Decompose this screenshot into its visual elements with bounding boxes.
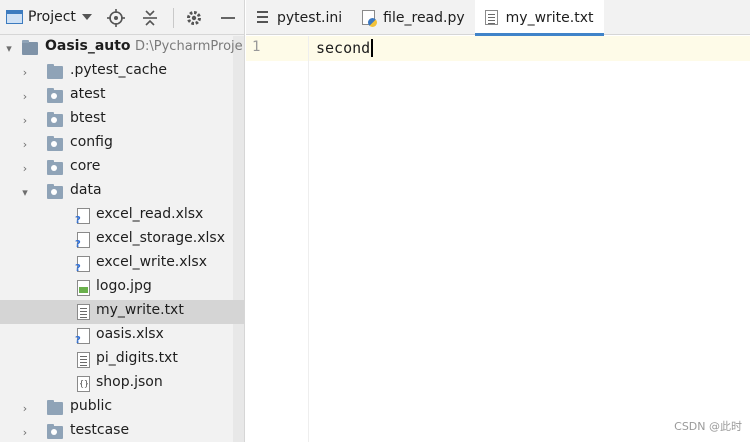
tree-item-label: logo.jpg <box>96 278 152 294</box>
toolbar-divider <box>173 8 174 28</box>
line-number-gutter[interactable]: 1 <box>246 36 308 442</box>
line-text: second <box>316 39 371 57</box>
tree-item-excel-write[interactable]: ? excel_write.xlsx <box>0 252 244 276</box>
text-file-icon <box>77 304 90 320</box>
tree-item-public[interactable]: › public <box>0 396 244 420</box>
tree-item-logo[interactable]: logo.jpg <box>0 276 244 300</box>
chevron-down-icon[interactable]: ▾ <box>4 42 14 55</box>
collapse-all-icon[interactable] <box>140 8 160 28</box>
package-folder-icon <box>47 112 63 127</box>
text-caret <box>371 39 374 57</box>
tree-item-label: .pytest_cache <box>70 62 167 78</box>
tree-item-label: excel_read.xlsx <box>96 206 204 222</box>
watermark: CSDN @此时 <box>674 420 742 433</box>
tree-item-btest[interactable]: › btest <box>0 108 244 132</box>
folder-icon <box>47 400 63 415</box>
locate-target-icon[interactable] <box>106 8 126 28</box>
chevron-down-icon[interactable]: ▾ <box>20 186 30 199</box>
ini-file-icon <box>256 10 269 25</box>
tree-item-label: my_write.txt <box>96 302 184 318</box>
editor-pane: pytest.ini file_read.py my_write.txt 1 s… <box>246 0 750 442</box>
tab-file-read-py[interactable]: file_read.py <box>352 0 474 35</box>
chevron-right-icon[interactable]: › <box>20 162 30 175</box>
tree-item-pi-digits[interactable]: pi_digits.txt <box>0 348 244 372</box>
chevron-right-icon[interactable]: › <box>20 90 30 103</box>
code-line[interactable]: second <box>316 39 374 57</box>
root-project-path: D:\PycharmProje <box>135 39 243 54</box>
line-number: 1 <box>252 39 261 55</box>
tree-item-label: data <box>70 182 102 198</box>
folder-icon <box>22 40 38 55</box>
tree-item-label: pi_digits.txt <box>96 350 178 366</box>
tree-item-config[interactable]: › config <box>0 132 244 156</box>
tree-item-label: atest <box>70 86 106 102</box>
chevron-right-icon[interactable]: › <box>20 66 30 79</box>
folder-icon <box>47 64 63 79</box>
tree-item-label: excel_storage.xlsx <box>96 230 225 246</box>
json-file-icon: {} <box>77 376 90 392</box>
package-folder-icon <box>47 184 63 199</box>
project-toolbar: Project <box>0 0 244 35</box>
text-file-icon <box>77 352 90 368</box>
tree-item-excel-storage[interactable]: ? excel_storage.xlsx <box>0 228 244 252</box>
chevron-right-icon[interactable]: › <box>20 402 30 415</box>
tree-item-atest[interactable]: › atest <box>0 84 244 108</box>
unknown-file-icon: ? <box>75 328 90 346</box>
package-folder-icon <box>47 136 63 151</box>
project-view-label: Project <box>28 9 76 25</box>
tree-item-label: btest <box>70 110 106 126</box>
text-editor-area[interactable]: second <box>309 36 750 442</box>
editor-tab-bar: pytest.ini file_read.py my_write.txt <box>246 0 750 36</box>
tree-item-core[interactable]: › core <box>0 156 244 180</box>
tab-my-write-txt[interactable]: my_write.txt <box>474 0 604 36</box>
chevron-right-icon[interactable]: › <box>20 138 30 151</box>
tree-item-oasis[interactable]: ? oasis.xlsx <box>0 324 244 348</box>
unknown-file-icon: ? <box>75 256 90 274</box>
tab-label: my_write.txt <box>505 9 594 26</box>
python-file-icon <box>362 10 378 27</box>
tree-item-label: testcase <box>70 422 130 438</box>
tree-item-label: shop.json <box>96 374 163 390</box>
unknown-file-icon: ? <box>75 232 90 250</box>
chevron-down-icon <box>81 14 92 20</box>
project-view-selector[interactable]: Project <box>6 5 92 29</box>
tree-item-my-write[interactable]: my_write.txt <box>0 300 244 324</box>
package-folder-icon <box>47 88 63 103</box>
tree-item-pytest-cache[interactable]: › .pytest_cache <box>0 60 244 84</box>
tree-item-label: public <box>70 398 113 414</box>
tree-item-testcase[interactable]: › testcase <box>0 420 244 442</box>
project-tool-window: Project ▾ Oasis_auto D:\PycharmProje › .… <box>0 0 245 442</box>
minimize-icon[interactable] <box>218 8 238 28</box>
tree-item-label: config <box>70 134 113 150</box>
tree-item-label: excel_write.xlsx <box>96 254 208 270</box>
chevron-right-icon[interactable]: › <box>20 114 30 127</box>
text-file-icon <box>484 10 498 25</box>
unknown-file-icon: ? <box>75 208 90 226</box>
image-file-icon <box>77 280 90 296</box>
tree-item-data[interactable]: ▾ data <box>0 180 244 204</box>
chevron-right-icon[interactable]: › <box>20 426 30 439</box>
tree-item-excel-read[interactable]: ? excel_read.xlsx <box>0 204 244 228</box>
project-window-icon <box>6 10 23 24</box>
current-line-highlight <box>309 36 750 61</box>
package-folder-icon <box>47 160 63 175</box>
tree-item-label: core <box>70 158 101 174</box>
tree-item-label: oasis.xlsx <box>96 326 164 342</box>
tab-label: pytest.ini <box>277 9 343 26</box>
tree-item-shop-json[interactable]: {} shop.json <box>0 372 244 396</box>
tab-label: file_read.py <box>383 9 465 26</box>
gear-icon[interactable] <box>184 8 204 28</box>
root-project-name: Oasis_auto <box>45 38 131 54</box>
tree-root-row[interactable]: ▾ Oasis_auto D:\PycharmProje <box>0 36 244 60</box>
tab-pytest-ini[interactable]: pytest.ini <box>246 0 352 35</box>
package-folder-icon <box>47 424 63 439</box>
